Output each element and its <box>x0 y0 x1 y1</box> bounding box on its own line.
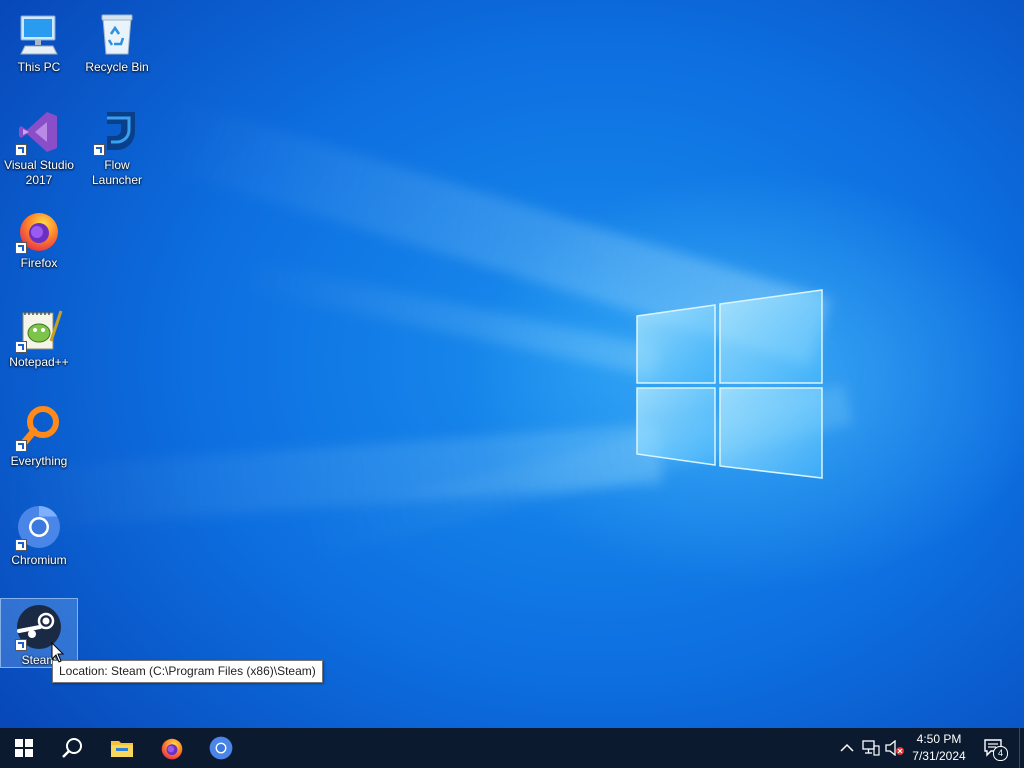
taskbar-file-explorer[interactable] <box>98 728 146 768</box>
show-hidden-icons-button[interactable] <box>837 738 857 758</box>
action-center-button[interactable]: 4 <box>982 738 1008 761</box>
search-button[interactable] <box>48 728 96 768</box>
chromium-icon <box>209 736 233 760</box>
shortcut-arrow-icon <box>15 440 27 452</box>
taskbar-firefox[interactable] <box>148 728 196 768</box>
desktop-icon-label: Firefox <box>20 256 58 270</box>
show-desktop-button[interactable] <box>1019 728 1024 768</box>
clock-time: 4:50 PM <box>916 732 962 746</box>
mouse-cursor-icon <box>51 642 65 663</box>
shortcut-arrow-icon <box>15 539 27 551</box>
desktop-icon-recycle-bin[interactable]: Recycle Bin <box>78 6 156 76</box>
tooltip: Location: Steam (C:\Program Files (x86)\… <box>52 660 323 683</box>
desktop-icon-label: Notepad++ <box>9 355 69 369</box>
desktop-icon-notepad-plus-plus[interactable]: Notepad++ <box>0 301 78 373</box>
desktop-icon-this-pc[interactable]: This PC <box>0 6 78 76</box>
network-icon <box>862 740 880 756</box>
desktop-icon-chromium[interactable]: Chromium <box>0 499 78 571</box>
clock-date: 7/31/2024 <box>912 749 966 763</box>
desktop-icon-everything[interactable]: Everything <box>0 400 78 472</box>
desktop-icon-label: Visual Studio 2017 <box>4 158 74 187</box>
taskbar-chromium[interactable] <box>197 728 245 768</box>
desktop-icon-visual-studio[interactable]: Visual Studio 2017 <box>0 104 78 188</box>
desktop-icon-steam[interactable]: Steam <box>0 598 78 668</box>
desktop-icon-flow-launcher[interactable]: Flow Launcher <box>78 104 156 188</box>
shortcut-arrow-icon <box>15 341 27 353</box>
desktop-icon-label: Chromium <box>11 553 67 567</box>
shortcut-arrow-icon <box>15 242 27 254</box>
start-button[interactable] <box>0 728 48 768</box>
desktop-icon-label: Recycle Bin <box>85 60 149 74</box>
shortcut-arrow-icon <box>15 144 27 156</box>
network-tray-button[interactable] <box>861 738 881 758</box>
speaker-muted-icon <box>885 740 904 756</box>
shortcut-arrow-icon <box>15 639 27 651</box>
notification-badge: 4 <box>993 746 1008 761</box>
chevron-up-icon <box>840 743 854 752</box>
desktop-icon-label: Everything <box>10 454 68 468</box>
windows-start-icon <box>15 739 33 757</box>
desktop-icon-label: Flow Launcher <box>91 158 143 187</box>
desktop-icon-label: This PC <box>17 60 61 74</box>
taskbar: 4:50 PM 7/31/2024 4 <box>0 728 1024 768</box>
shortcut-arrow-icon <box>93 144 105 156</box>
recycle-bin-icon <box>101 14 133 55</box>
windows-logo-wallpaper <box>636 289 823 479</box>
desktop-icon-firefox[interactable]: Firefox <box>0 202 78 274</box>
search-icon <box>62 738 82 758</box>
this-pc-icon <box>20 15 58 55</box>
firefox-icon <box>161 738 183 760</box>
clock[interactable]: 4:50 PM 7/31/2024 <box>906 731 972 765</box>
volume-tray-button[interactable] <box>885 738 905 758</box>
folder-icon <box>111 741 133 757</box>
desktop-background[interactable]: This PC Recycle Bin Visual Studio 2017 F… <box>0 0 1024 728</box>
